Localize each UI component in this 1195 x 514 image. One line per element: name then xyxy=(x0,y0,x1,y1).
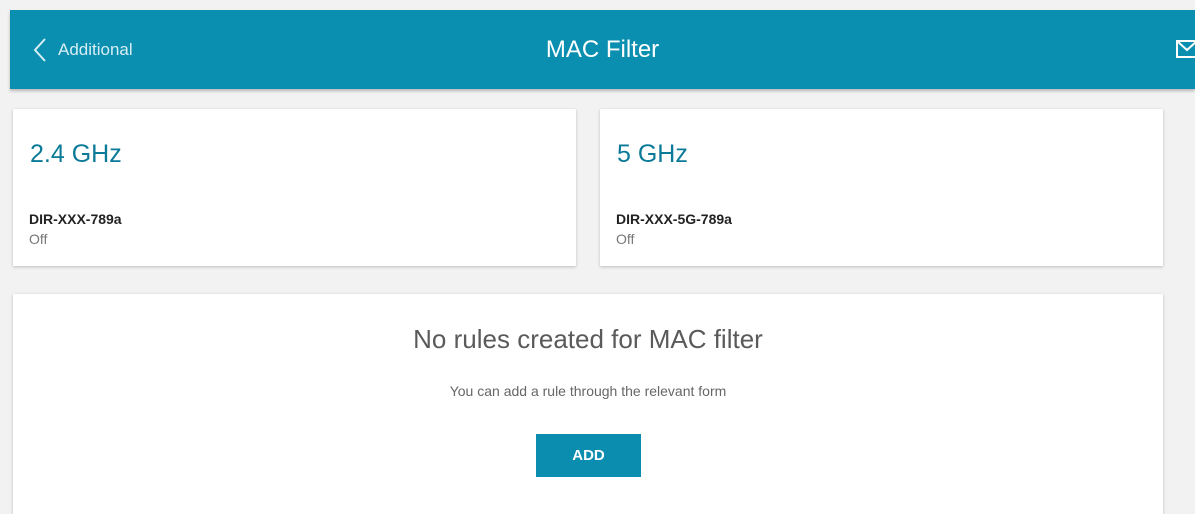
band-status: Off xyxy=(616,231,635,247)
rules-panel: No rules created for MAC filter You can … xyxy=(13,294,1163,514)
band-card-2-4ghz[interactable]: 2.4 GHz DIR-XXX-789a Off xyxy=(13,109,576,266)
band-ssid: DIR-XXX-5G-789a xyxy=(616,211,732,227)
band-status: Off xyxy=(29,231,48,247)
band-ssid: DIR-XXX-789a xyxy=(29,211,122,227)
band-title: 5 GHz xyxy=(617,140,688,168)
band-title: 2.4 GHz xyxy=(30,140,122,168)
page-header: Additional MAC Filter xyxy=(10,10,1195,89)
empty-state-hint: You can add a rule through the relevant … xyxy=(449,383,727,399)
top-strip xyxy=(0,0,1195,10)
mail-icon[interactable] xyxy=(1176,40,1195,58)
add-rule-button[interactable]: ADD xyxy=(536,434,641,477)
band-card-5ghz[interactable]: 5 GHz DIR-XXX-5G-789a Off xyxy=(600,109,1163,266)
empty-state-title: No rules created for MAC filter xyxy=(413,324,763,354)
page-title: MAC Filter xyxy=(545,36,660,63)
